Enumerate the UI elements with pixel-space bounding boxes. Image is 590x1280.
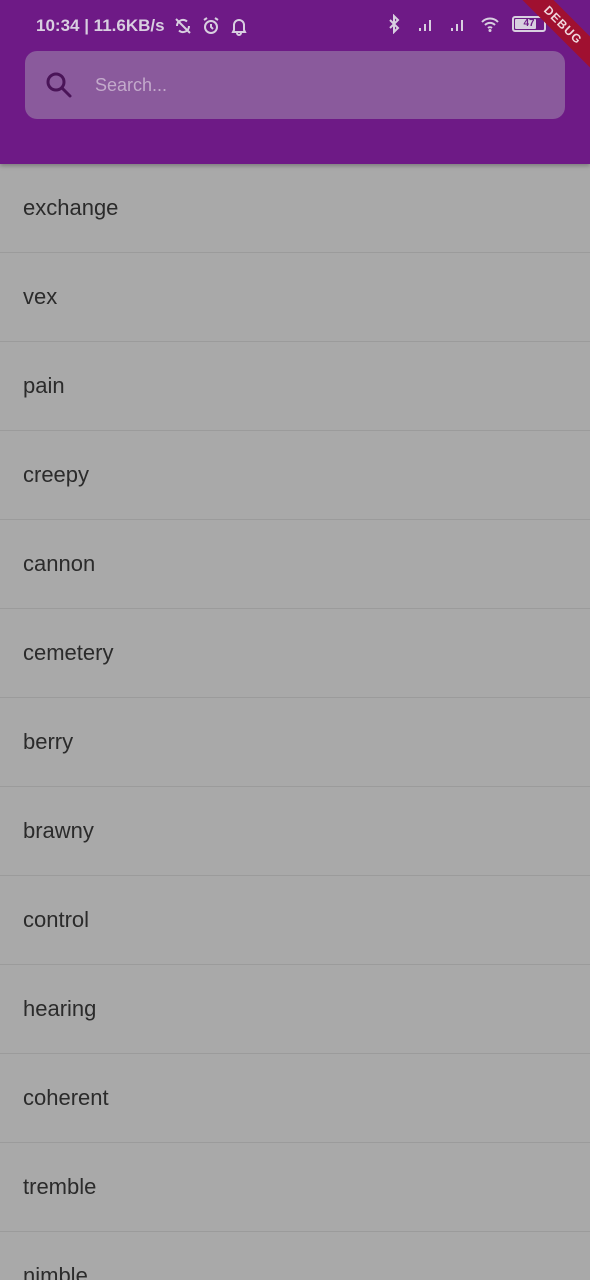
status-left: 10:34 | 11.6KB/s [36, 16, 249, 36]
list-item[interactable]: cannon [0, 520, 590, 609]
list-item[interactable]: cemetery [0, 609, 590, 698]
search-icon [45, 71, 73, 99]
battery-level: 47 [523, 18, 535, 29]
sync-off-icon [173, 16, 193, 36]
wifi-icon [480, 14, 500, 34]
search-input[interactable] [95, 65, 565, 105]
list-item[interactable]: pain [0, 342, 590, 431]
alarm-icon [201, 16, 221, 36]
list-item[interactable]: hearing [0, 965, 590, 1054]
signal-icon [416, 14, 436, 34]
status-time-speed: 10:34 | 11.6KB/s [36, 16, 165, 35]
list-item[interactable]: exchange [0, 164, 590, 253]
list-item[interactable]: nimble [0, 1232, 590, 1280]
signal-icon-2 [448, 14, 468, 34]
status-right: 47 [384, 14, 546, 34]
list-item[interactable]: vex [0, 253, 590, 342]
list-item[interactable]: berry [0, 698, 590, 787]
word-list: exchange vex pain creepy cannon cemetery… [0, 164, 590, 1280]
status-bar: 10:34 | 11.6KB/s 47 [0, 0, 590, 52]
search-box[interactable] [25, 51, 565, 119]
bluetooth-icon [384, 14, 404, 34]
list-item[interactable]: tremble [0, 1143, 590, 1232]
list-item[interactable]: control [0, 876, 590, 965]
notification-bell-icon [229, 16, 249, 36]
app-bar: 10:34 | 11.6KB/s 47 DEBUG Search... [0, 0, 590, 164]
list-item[interactable]: coherent [0, 1054, 590, 1143]
list-item[interactable]: creepy [0, 431, 590, 520]
list-item[interactable]: brawny [0, 787, 590, 876]
